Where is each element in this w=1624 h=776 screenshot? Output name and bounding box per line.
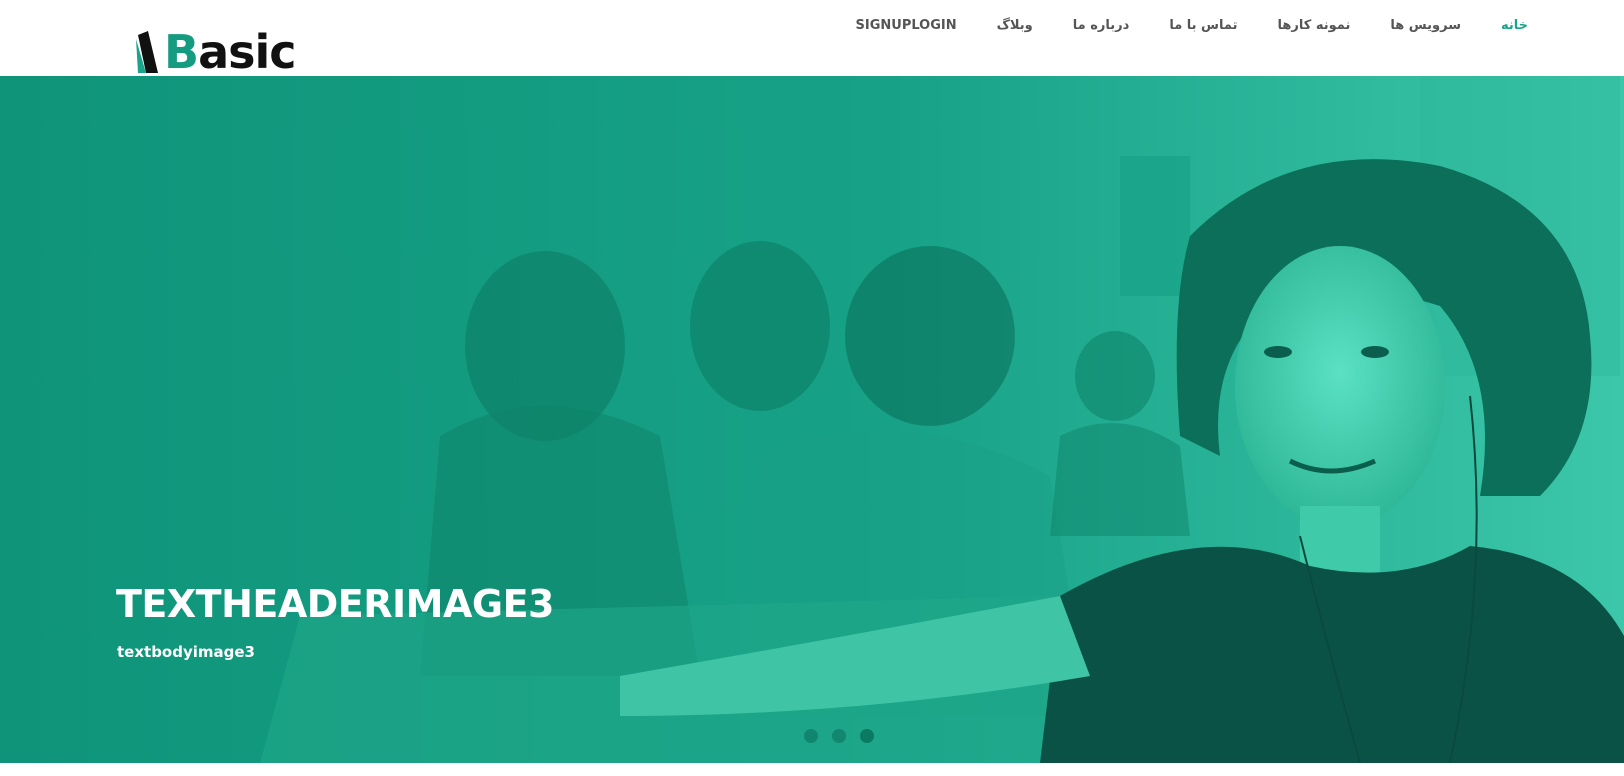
- nav-item-services[interactable]: سرویس ها: [1390, 16, 1461, 36]
- nav-item-contact[interactable]: تماس با ما: [1169, 16, 1237, 36]
- nav-item-blog[interactable]: وبلاگ: [997, 16, 1033, 36]
- brand-logo[interactable]: Basic: [134, 28, 297, 76]
- hero-title: TEXTHEADERIMAGE3: [116, 582, 554, 626]
- brand-initial: B: [164, 25, 199, 79]
- nav-item-home[interactable]: خانه: [1501, 16, 1528, 36]
- navbar: Basic خانه سرویس ها نمونه کارها تماس با …: [0, 0, 1624, 76]
- slider-pagination: [804, 729, 874, 743]
- brand-name: Basic: [164, 29, 297, 75]
- slider-dot-1[interactable]: [804, 729, 818, 743]
- logo-mark-icon: [134, 29, 162, 75]
- nav-item-signup-login[interactable]: SIGNUPLOGIN: [856, 16, 957, 36]
- slider-dot-2[interactable]: [832, 729, 846, 743]
- brand-name-rest: asic: [198, 25, 296, 79]
- slider-dot-3[interactable]: [860, 729, 874, 743]
- main-nav: خانه سرویس ها نمونه کارها تماس با ما درب…: [816, 16, 1528, 36]
- nav-item-about[interactable]: درباره ما: [1073, 16, 1130, 36]
- page-bottom-strip: [0, 763, 1624, 776]
- nav-item-portfolio[interactable]: نمونه کارها: [1277, 16, 1350, 36]
- hero-subtitle: textbodyimage3: [117, 643, 255, 661]
- hero-slider: TEXTHEADERIMAGE3 textbodyimage3: [0, 76, 1624, 763]
